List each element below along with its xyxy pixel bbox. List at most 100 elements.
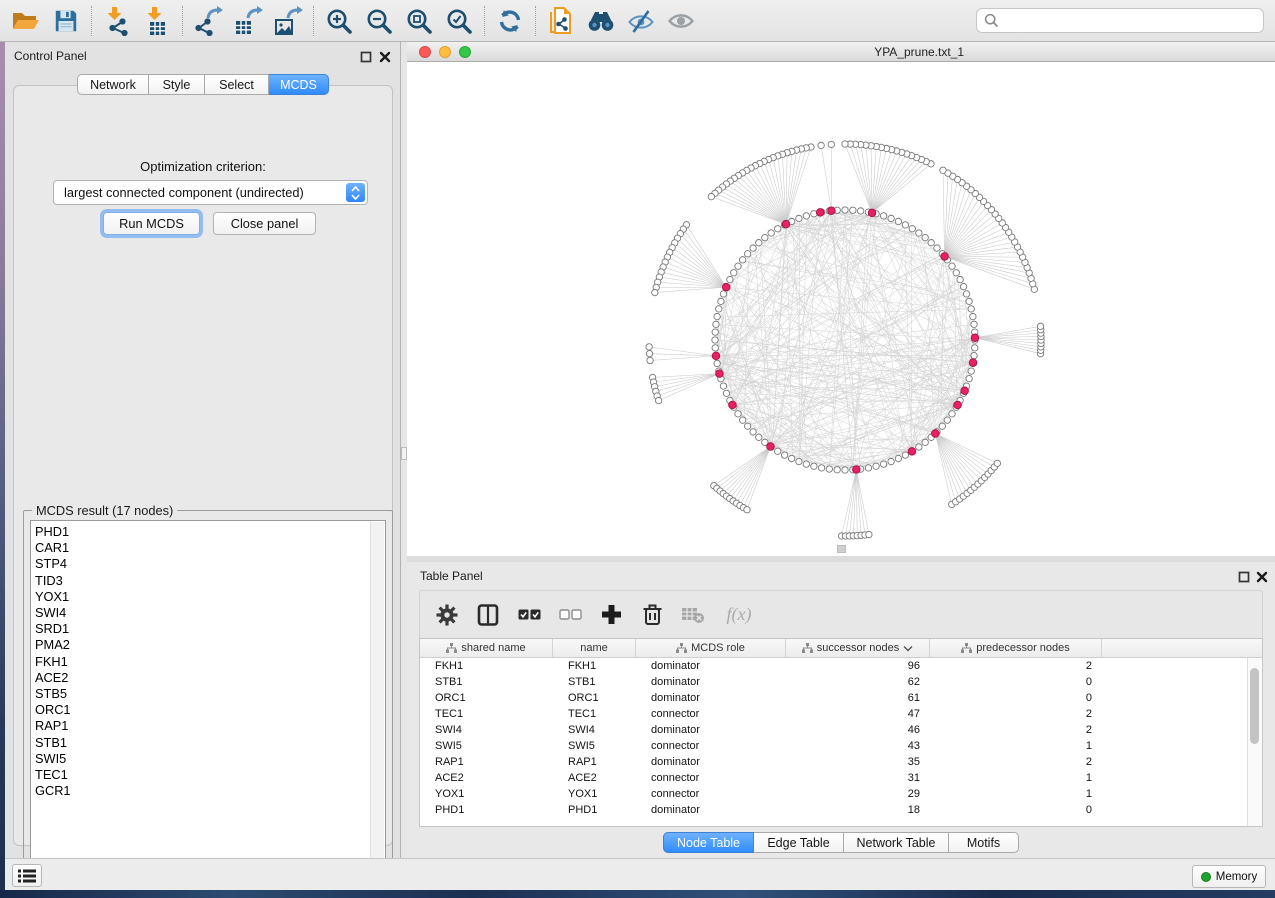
table-cell[interactable]: 2	[930, 708, 1102, 720]
mcds-result-item[interactable]: YOX1	[35, 589, 369, 605]
search-input[interactable]	[1004, 13, 1263, 29]
table-cell[interactable]: connector	[636, 708, 786, 720]
network-node[interactable]	[944, 417, 950, 423]
mcds-result-item[interactable]: STB1	[35, 735, 369, 751]
network-node[interactable]	[968, 368, 974, 374]
network-node[interactable]	[708, 193, 714, 199]
mcds-dominator-node[interactable]	[932, 430, 940, 438]
table-cell[interactable]: connector	[636, 740, 786, 752]
mcds-dominator-node[interactable]	[716, 370, 724, 378]
maximize-window-icon[interactable]	[459, 46, 471, 58]
network-node[interactable]	[895, 218, 901, 224]
network-node[interactable]	[940, 167, 946, 173]
table-cell[interactable]: 29	[786, 788, 930, 800]
table-cell[interactable]: 1	[930, 788, 1102, 800]
table-cell[interactable]: 61	[786, 692, 930, 704]
network-node[interactable]	[970, 313, 976, 319]
network-node[interactable]	[744, 507, 750, 513]
table-row[interactable]: SWI4SWI4dominator462	[420, 722, 1262, 738]
network-node[interactable]	[652, 289, 658, 295]
table-cell[interactable]: ORC1	[553, 692, 636, 704]
add-column-button[interactable]	[599, 603, 623, 627]
tab-edge-table[interactable]: Edge Table	[754, 832, 844, 853]
table-row[interactable]: SWI5SWI5connector431	[420, 738, 1262, 754]
table-cell[interactable]: 96	[786, 660, 930, 672]
network-node[interactable]	[647, 357, 653, 363]
new-network-from-selection-button[interactable]	[541, 3, 581, 39]
network-node[interactable]	[768, 230, 774, 236]
network-node[interactable]	[744, 423, 750, 429]
mcds-result-item[interactable]: STP4	[35, 556, 369, 572]
float-panel-icon[interactable]	[1238, 571, 1250, 583]
export-table-button[interactable]	[228, 3, 268, 39]
network-node[interactable]	[842, 141, 848, 147]
mcds-dominator-node[interactable]	[941, 253, 949, 261]
zoom-in-button[interactable]	[319, 3, 359, 39]
table-cell[interactable]: YOX1	[553, 788, 636, 800]
optimization-criterion-select[interactable]: largest connected component (undirected)	[53, 180, 368, 205]
network-node[interactable]	[716, 306, 722, 312]
network-node[interactable]	[718, 298, 724, 304]
column-header-successor-nodes[interactable]: successor nodes	[786, 639, 930, 657]
mcds-result-list[interactable]: PHD1CAR1STP4TID3YOX1SWI4SRD1PMA2FKH1ACE2…	[30, 520, 386, 875]
tab-mcds[interactable]: MCDS	[269, 74, 329, 95]
network-node[interactable]	[850, 207, 856, 213]
table-scrollbar-thumb[interactable]	[1250, 668, 1259, 744]
table-cell[interactable]: connector	[636, 772, 786, 784]
import-network-button[interactable]	[97, 3, 137, 39]
function-builder-button[interactable]: f(x)	[722, 603, 756, 627]
network-node[interactable]	[873, 463, 879, 469]
network-node[interactable]	[788, 455, 794, 461]
table-cell[interactable]: 46	[786, 724, 930, 736]
table-cell[interactable]: 2	[930, 724, 1102, 736]
network-node[interactable]	[834, 467, 840, 473]
tab-select[interactable]: Select	[205, 74, 269, 95]
mcds-dominator-node[interactable]	[961, 387, 969, 395]
network-node[interactable]	[957, 276, 963, 282]
network-node[interactable]	[949, 263, 955, 269]
table-cell[interactable]: 2	[930, 660, 1102, 672]
table-cell[interactable]: 1	[930, 740, 1102, 752]
run-mcds-button[interactable]: Run MCDS	[103, 212, 200, 235]
network-node[interactable]	[857, 208, 863, 214]
network-node[interactable]	[811, 463, 817, 469]
column-header-predecessor-nodes[interactable]: predecessor nodes	[930, 639, 1102, 657]
mcds-result-item[interactable]: FKH1	[35, 654, 369, 670]
network-node[interactable]	[909, 226, 915, 232]
tab-style[interactable]: Style	[149, 74, 205, 95]
network-node[interactable]	[712, 337, 718, 343]
network-node[interactable]	[803, 461, 809, 467]
table-scrollbar[interactable]	[1247, 658, 1262, 826]
network-node[interactable]	[720, 383, 726, 389]
network-node[interactable]	[866, 531, 872, 537]
network-node[interactable]	[756, 239, 762, 245]
mcds-dominator-node[interactable]	[868, 209, 876, 217]
network-node[interactable]	[818, 465, 824, 471]
select-all-columns-button[interactable]	[517, 603, 541, 627]
network-node[interactable]	[880, 213, 886, 219]
save-session-button[interactable]	[46, 3, 86, 39]
network-node[interactable]	[880, 461, 886, 467]
table-row[interactable]: STB1STB1dominator620	[420, 674, 1262, 690]
network-node[interactable]	[775, 448, 781, 454]
table-cell[interactable]: 31	[786, 772, 930, 784]
network-canvas[interactable]	[407, 62, 1275, 556]
table-cell[interactable]: FKH1	[420, 660, 553, 672]
horizontal-splitter-grip[interactable]	[837, 545, 846, 553]
mcds-result-item[interactable]: RAP1	[35, 718, 369, 734]
tab-network-table[interactable]: Network Table	[844, 832, 949, 853]
table-cell[interactable]: 43	[786, 740, 930, 752]
export-image-button[interactable]	[268, 3, 308, 39]
network-node[interactable]	[723, 390, 729, 396]
table-cell[interactable]: TEC1	[420, 708, 553, 720]
network-node[interactable]	[739, 417, 745, 423]
export-network-button[interactable]	[188, 3, 228, 39]
column-header-mcds-role[interactable]: MCDS role	[636, 639, 786, 657]
mcds-result-item[interactable]: STB5	[35, 686, 369, 702]
network-node[interactable]	[739, 257, 745, 263]
mcds-dominator-node[interactable]	[954, 401, 962, 409]
table-row[interactable]: PHD1PHD1dominator180	[420, 802, 1262, 818]
zoom-out-button[interactable]	[359, 3, 399, 39]
tab-node-table[interactable]: Node Table	[663, 832, 754, 853]
column-header-name[interactable]: name	[553, 639, 636, 657]
